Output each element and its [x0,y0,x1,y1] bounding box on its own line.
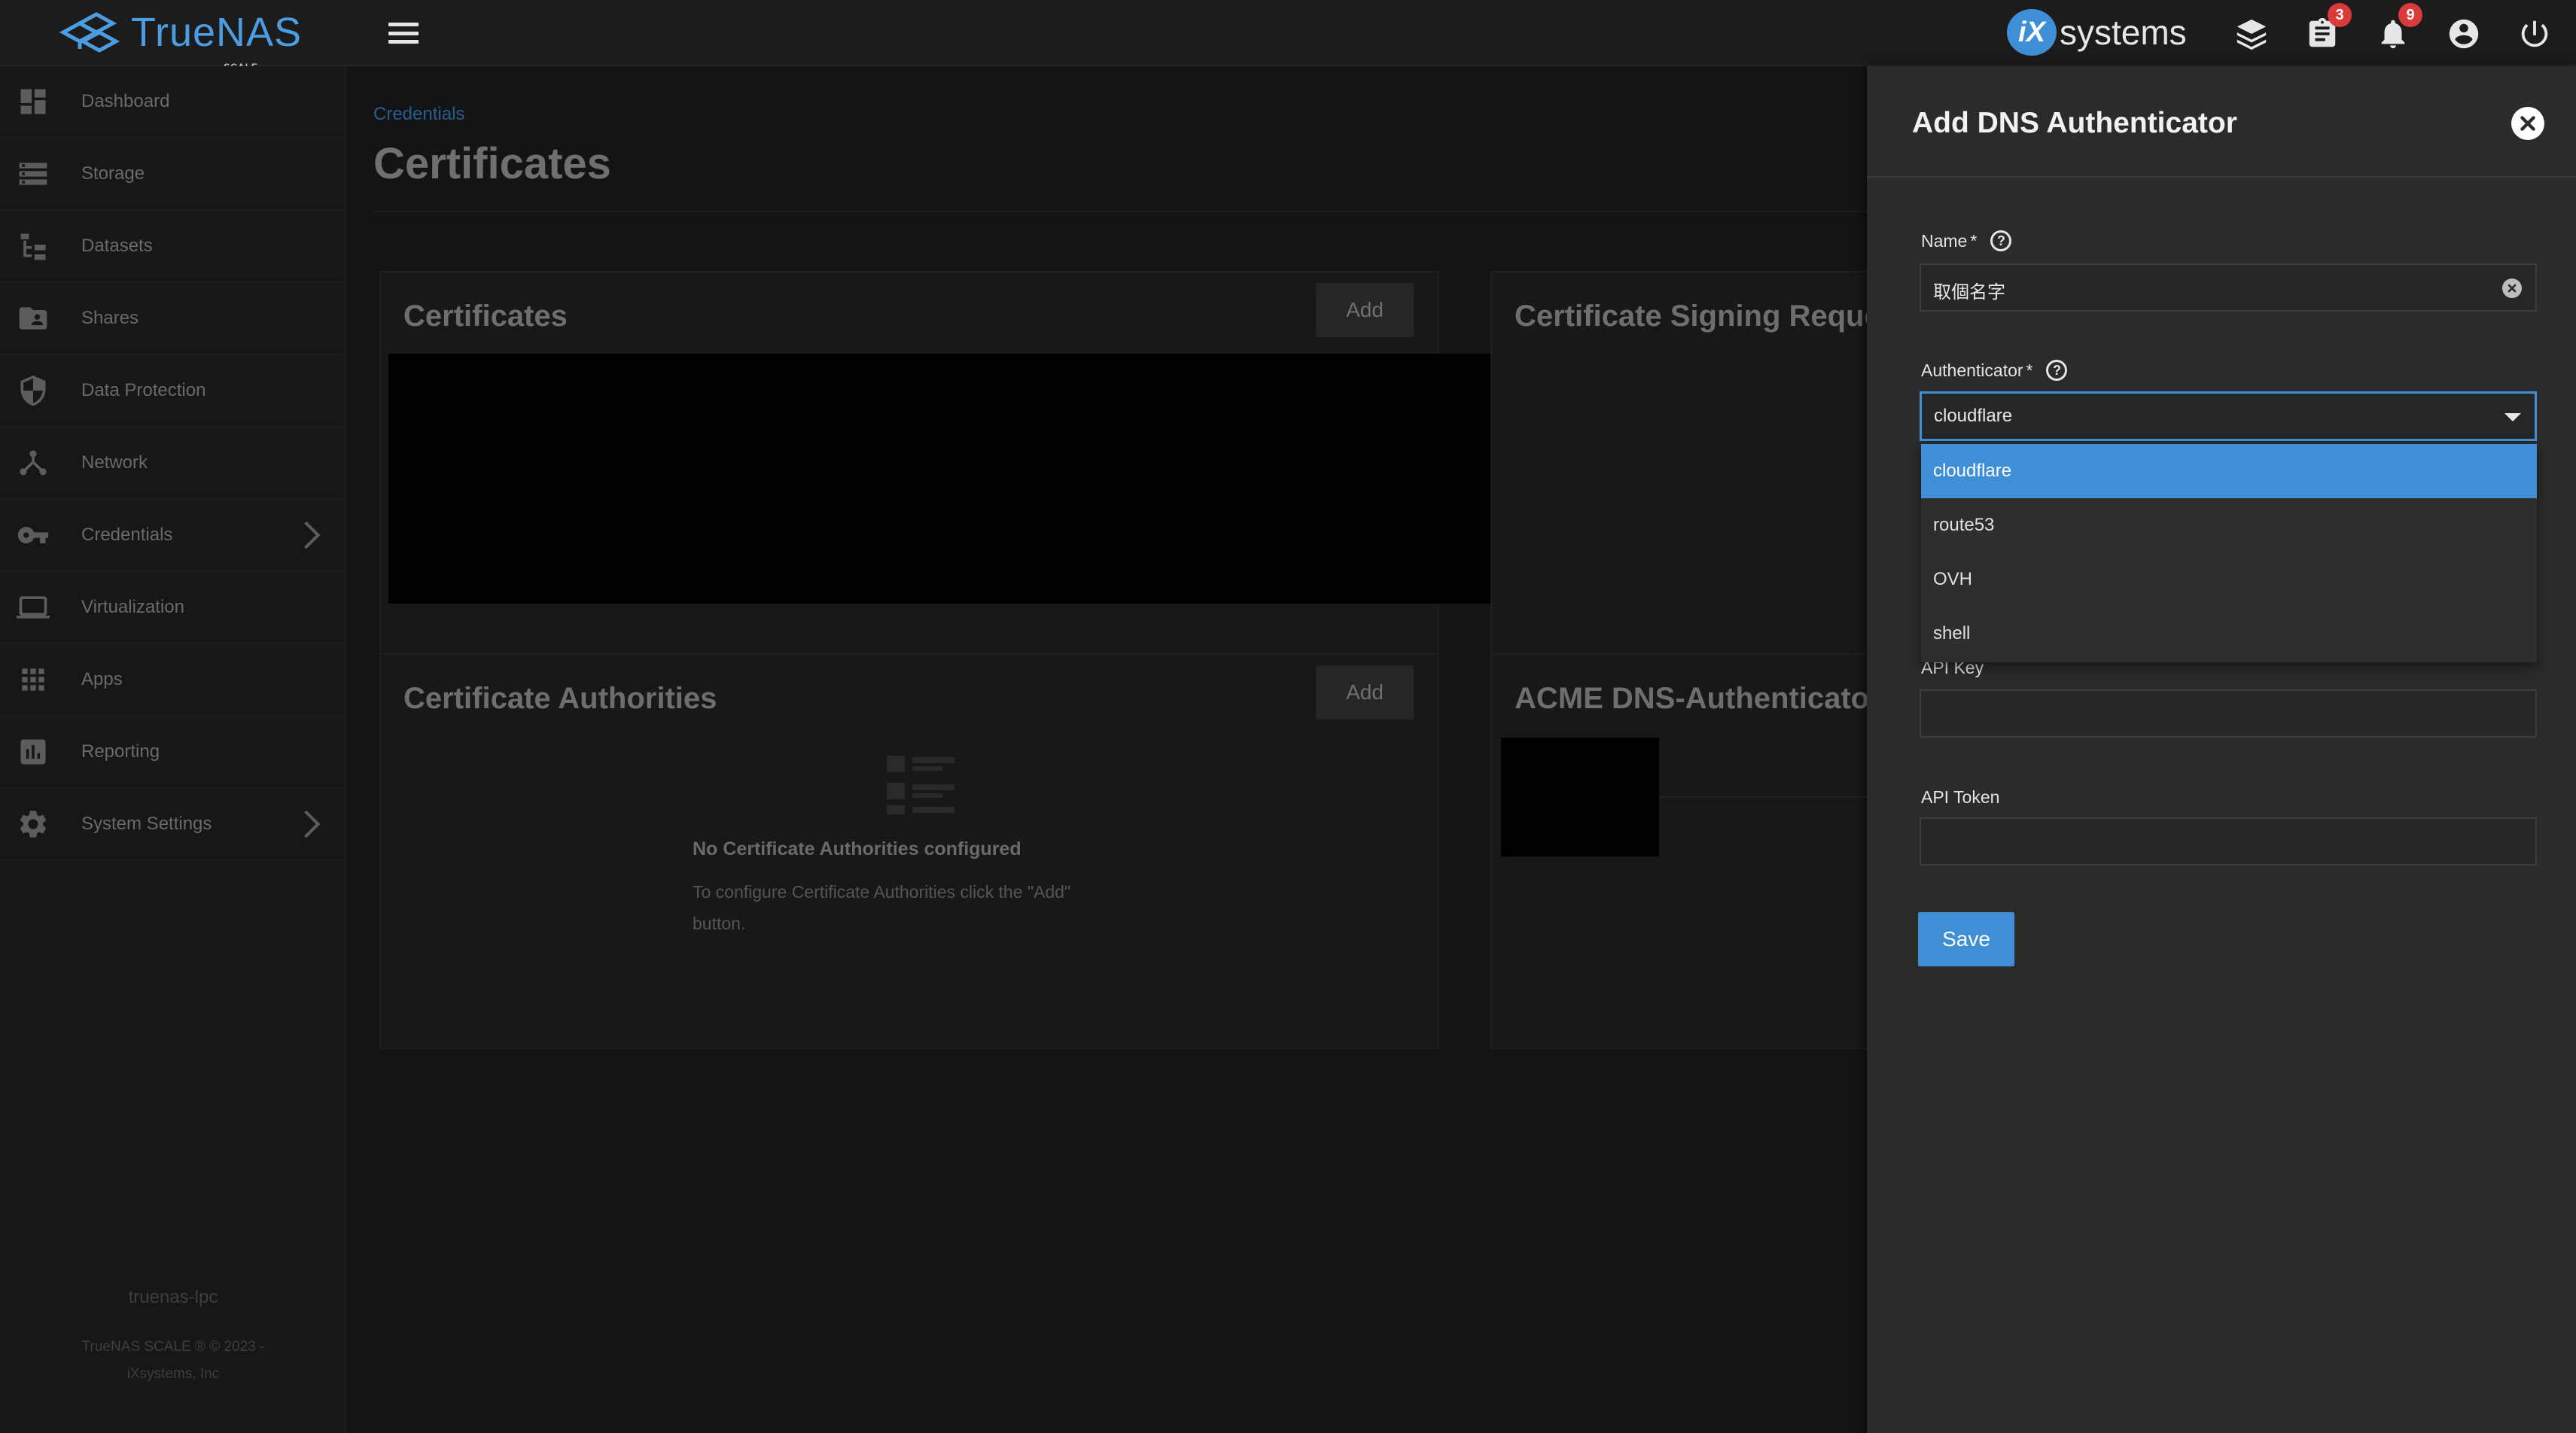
sidebar-item-label: Dashboard [81,91,170,111]
sidebar-item-label: Reporting [81,741,160,762]
sidebar-item-label: System Settings [81,814,212,834]
sidebar-item-label: Data Protection [81,380,206,400]
sidebar-item-datasets[interactable]: Datasets [0,211,345,283]
option-cloudflare[interactable]: cloudflare [1921,444,2537,498]
sidebar-item-storage[interactable]: Storage [0,138,345,211]
card-title: Certificate Signing Requests [1515,300,1925,333]
ix-wordmark: systems [2060,13,2187,52]
certificate-authorities-card: Certificate Authorities Add No Certifica… [379,653,1439,1049]
clear-icon[interactable] [2502,278,2522,298]
menu-icon[interactable] [387,20,420,47]
breadcrumb[interactable]: Credentials [373,104,464,125]
page-title: Certificates [373,139,611,188]
sidebar-item-label: Apps [81,669,123,689]
option-route53[interactable]: route53 [1921,498,2537,552]
sidebar-item-label: Datasets [81,236,153,256]
dropdown-arrow-icon [2504,413,2521,421]
name-input[interactable]: 取個名字 [1920,263,2537,312]
required-marker: * [1970,230,1978,251]
sidebar-item-reporting[interactable]: Reporting [0,716,345,789]
divider [1867,176,2576,178]
top-bar: TrueNAS SCALE iX systems 3 9 [0,0,2576,72]
card-title: ACME DNS-Authenticators [1515,682,1898,715]
required-marker: * [2026,360,2033,380]
add-authority-button[interactable]: Add [1316,665,1414,720]
brand-name: TrueNAS [131,10,303,55]
chevron-right-icon [292,521,321,549]
sidebar-item-shares[interactable]: Shares [0,283,345,355]
laptop-icon [17,591,50,624]
power-icon[interactable] [2516,15,2553,53]
name-input-value: 取個名字 [1933,282,2005,303]
network-icon [17,446,50,479]
authenticator-select[interactable]: cloudflare [1920,391,2537,441]
certificates-card: Certificates Add [379,271,1858,694]
add-certificate-button[interactable]: Add [1316,283,1414,337]
hostname: truenas-lpc [128,1287,218,1307]
panel-title: Add DNS Authenticator [1912,107,2237,139]
notifications-badge: 9 [2398,3,2422,27]
authenticator-label: Authenticator * ? [1921,360,2068,381]
empty-list-icon [887,756,955,814]
sidebar: Dashboard Storage Datasets Shares Data P… [0,66,346,1433]
shares-icon [17,302,50,335]
sidebar-item-system-settings[interactable]: System Settings [0,789,345,861]
add-dns-authenticator-panel: Add DNS Authenticator Name * ? 取個名字 Auth… [1867,66,2576,1433]
authenticator-options: cloudflare route53 OVH shell [1921,444,2537,662]
sidebar-item-credentials[interactable]: Credentials [0,500,345,572]
storage-icon [17,157,50,190]
reporting-icon [17,735,50,768]
sidebar-item-label: Storage [81,163,145,184]
sidebar-item-label: Credentials [81,525,173,545]
sidebar-item-apps[interactable]: Apps [0,644,345,716]
gear-icon [17,808,50,841]
name-label-text: Name [1921,230,1968,251]
api-token-label: API Token [1921,787,2000,807]
sidebar-item-data-protection[interactable]: Data Protection [0,355,345,427]
card-title: Certificate Authorities [403,682,717,715]
name-label: Name * ? [1921,230,2012,251]
truenas-logo[interactable]: TrueNAS SCALE [57,6,303,72]
sidebar-item-dashboard[interactable]: Dashboard [0,66,345,138]
datasets-icon [17,230,50,263]
card-title: Certificates [403,300,568,333]
shield-icon [17,374,50,407]
sidebar-item-label: Virtualization [81,597,184,617]
ix-mark: iX [2007,9,2057,56]
option-shell[interactable]: shell [1921,607,2537,661]
redacted-entry [1501,738,1659,856]
empty-state-description: To configure Certificate Authorities cli… [693,882,1071,902]
sidebar-item-network[interactable]: Network [0,427,345,500]
ixsystems-logo[interactable]: iX systems [2007,8,2187,57]
key-icon [17,519,50,552]
jobs-icon[interactable]: 3 [2303,3,2352,53]
copyright-line-1: TrueNAS SCALE ® © 2023 - [81,1339,265,1355]
jobs-badge: 3 [2328,3,2352,27]
save-button[interactable]: Save [1918,912,2014,966]
help-icon[interactable]: ? [1990,230,2012,251]
chevron-right-icon [292,810,321,838]
sidebar-item-label: Network [81,452,148,473]
notifications-icon[interactable]: 9 [2374,3,2422,53]
close-icon[interactable] [2511,107,2544,140]
apps-icon [17,663,50,696]
help-icon[interactable]: ? [2046,360,2068,381]
dashboard-icon [17,85,50,118]
copyright-line-2[interactable]: iXsystems, Inc [0,1361,346,1388]
truecommand-icon[interactable] [2233,15,2270,53]
api-key-input[interactable] [1920,689,2537,738]
empty-state-description-2: button. [693,914,746,933]
account-icon[interactable] [2445,15,2483,53]
empty-state-title: No Certificate Authorities configured [693,838,1022,859]
sidebar-item-label: Shares [81,308,139,328]
authenticator-label-text: Authenticator [1921,360,2023,380]
truenas-logo-icon [59,12,120,53]
sidebar-footer: truenas-lpc TrueNAS SCALE ® © 2023 - iXs… [0,1287,346,1388]
authenticator-select-value: cloudflare [1934,406,2013,426]
api-token-input[interactable] [1920,817,2537,866]
sidebar-item-virtualization[interactable]: Virtualization [0,572,345,644]
option-ovh[interactable]: OVH [1921,552,2537,607]
